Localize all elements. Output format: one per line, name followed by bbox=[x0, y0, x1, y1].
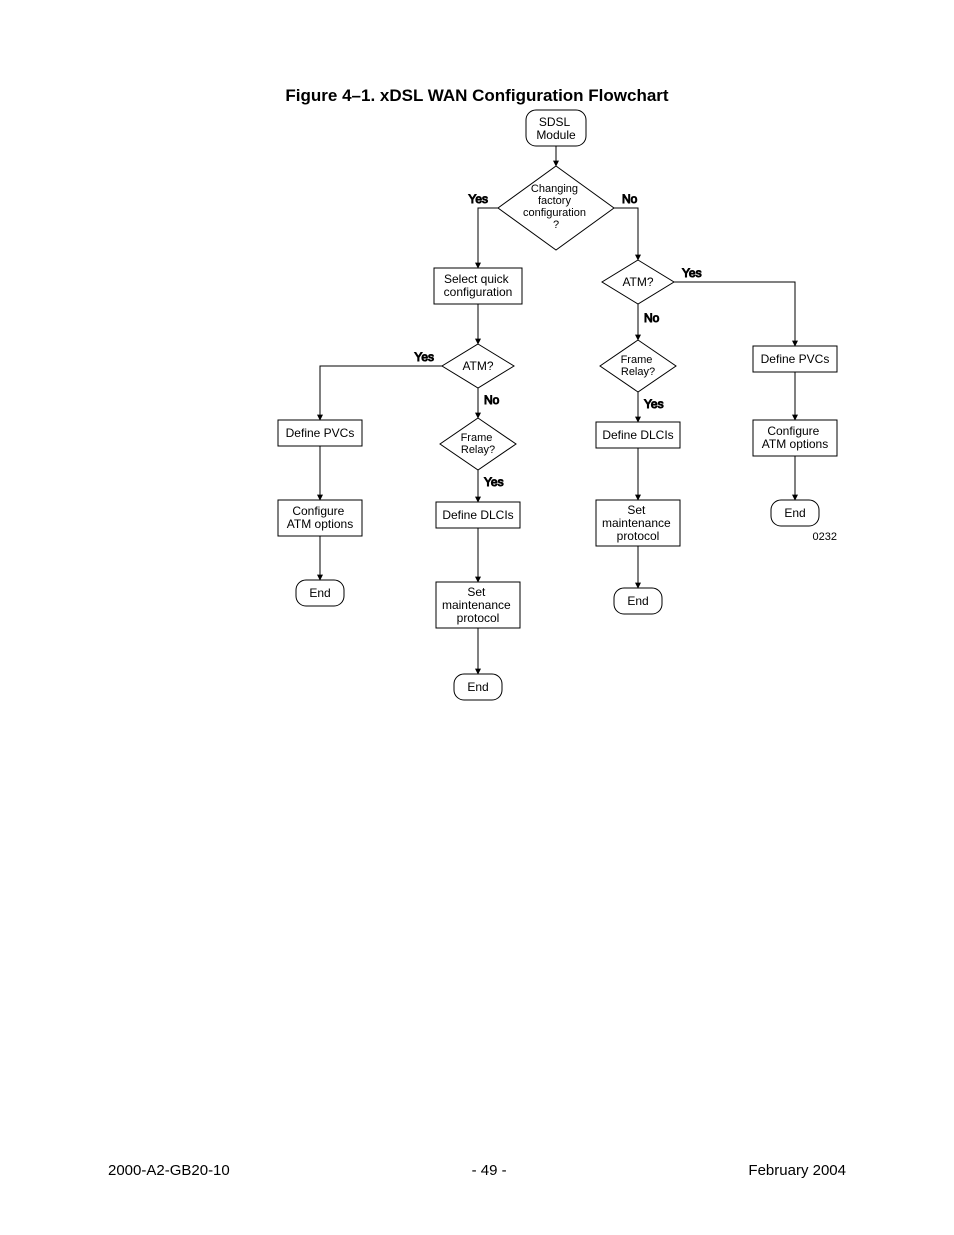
footer-date: February 2004 bbox=[748, 1162, 846, 1179]
node-decision-frame-relay-right: Frame Relay? bbox=[600, 340, 676, 392]
node-end-left: End bbox=[296, 580, 344, 606]
page-footer: 2000-A2-GB20-10 - 49 - February 2004 bbox=[108, 1162, 846, 1179]
footer-doc-id: 2000-A2-GB20-10 bbox=[108, 1162, 230, 1179]
node-end-right: End bbox=[614, 588, 662, 614]
svg-text:Configure ATM options: Configure ATM options bbox=[287, 504, 353, 531]
svg-text:End: End bbox=[309, 586, 330, 600]
node-define-dlcis-mid: Define DLCIs bbox=[436, 502, 520, 528]
svg-text:End: End bbox=[467, 680, 488, 694]
svg-text:Yes: Yes bbox=[484, 475, 504, 489]
svg-text:Define DLCIs: Define DLCIs bbox=[442, 508, 513, 522]
svg-text:Yes: Yes bbox=[414, 350, 434, 364]
svg-text:No: No bbox=[644, 311, 660, 325]
svg-text:Select quick configura: Select quick configuration bbox=[444, 272, 513, 299]
svg-text:End: End bbox=[627, 594, 648, 608]
node-set-maintenance-protocol-right: Set maintenance protocol bbox=[596, 500, 680, 546]
svg-text:ATM?: ATM? bbox=[462, 359, 493, 373]
svg-text:Frame Relay?: Frame Relay? bbox=[621, 354, 656, 378]
node-decision-changing-factory-config: Changing factory configuration ? bbox=[498, 166, 614, 250]
node-select-quick-configuration: Select quick configuration bbox=[434, 268, 522, 304]
node-define-dlcis-right: Define DLCIs bbox=[596, 422, 680, 448]
svg-text:End: End bbox=[784, 506, 805, 520]
svg-text:Yes: Yes bbox=[644, 397, 664, 411]
svg-text:ATM?: ATM? bbox=[622, 275, 653, 289]
node-end-far-right: End bbox=[771, 500, 819, 526]
node-define-pvcs-left: Define PVCs bbox=[278, 420, 362, 446]
svg-text:Define PVCs: Define PVCs bbox=[286, 426, 355, 440]
flowchart-svg: SDSL Module Changing factory configurati… bbox=[0, 0, 954, 1235]
svg-text:No: No bbox=[484, 393, 500, 407]
node-start: SDSL Module bbox=[526, 110, 586, 146]
page: Figure 4–1. xDSL WAN Configuration Flowc… bbox=[0, 0, 954, 1235]
node-decision-frame-relay-left: Frame Relay? bbox=[440, 418, 516, 470]
svg-text:Define PVCs: Define PVCs bbox=[761, 352, 830, 366]
node-configure-atm-options-left: Configure ATM options bbox=[278, 500, 362, 536]
node-decision-atm-left: ATM? bbox=[442, 344, 514, 388]
node-end-mid: End bbox=[454, 674, 502, 700]
footer-page-number: - 49 - bbox=[472, 1162, 507, 1179]
node-set-maintenance-protocol-mid: Set maintenance protocol bbox=[436, 582, 520, 628]
svg-text:Configure ATM options: Configure ATM options bbox=[762, 424, 828, 451]
svg-text:Frame Relay?: Frame Relay? bbox=[461, 432, 496, 456]
node-define-pvcs-far-right: Define PVCs bbox=[753, 346, 837, 372]
svg-text:Yes: Yes bbox=[468, 192, 488, 206]
svg-text:SDSL Module: SDSL Module bbox=[536, 115, 576, 142]
node-decision-atm-right: ATM? bbox=[602, 260, 674, 304]
svg-text:No: No bbox=[622, 192, 638, 206]
svg-text:Yes: Yes bbox=[682, 266, 702, 280]
node-configure-atm-options-far-right: Configure ATM options bbox=[753, 420, 837, 456]
diagram-id-label: 0232 bbox=[813, 531, 837, 543]
svg-text:Define DLCIs: Define DLCIs bbox=[602, 428, 673, 442]
